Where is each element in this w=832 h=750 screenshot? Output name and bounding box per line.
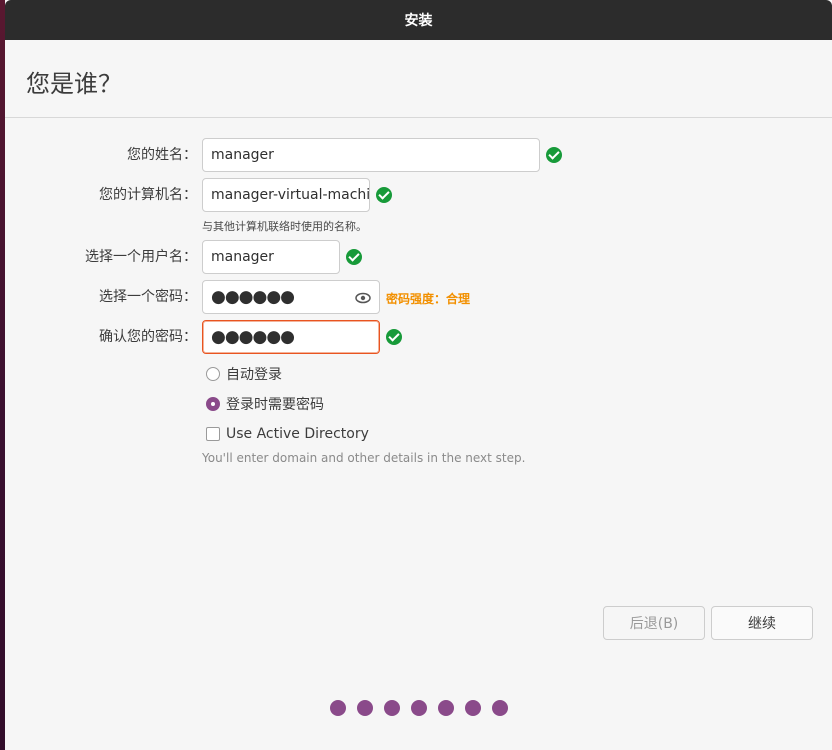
page-title: 您是谁？ xyxy=(26,70,122,98)
name-input[interactable]: manager xyxy=(202,138,540,172)
auto-login-radio[interactable] xyxy=(206,367,220,381)
username-label: 选择一个用户名： xyxy=(85,249,197,265)
installer-window: 安装 您是谁？ 您的姓名： manager 您的计算机名： manager-vi… xyxy=(5,0,832,750)
active-directory-hint: You'll enter domain and other details in… xyxy=(202,451,526,465)
name-label: 您的姓名： xyxy=(127,147,197,163)
name-row: 您的姓名： manager xyxy=(5,138,832,172)
computer-name-row: 您的计算机名： manager-virtual-machi xyxy=(5,178,832,212)
username-row: 选择一个用户名： manager xyxy=(5,240,832,274)
active-directory-option[interactable]: Use Active Directory xyxy=(206,424,369,444)
require-password-radio[interactable] xyxy=(206,397,220,411)
back-button[interactable]: 后退(B) xyxy=(603,606,705,640)
active-directory-checkbox[interactable] xyxy=(206,427,220,441)
progress-dot xyxy=(330,700,346,716)
window-title: 安装 xyxy=(404,13,433,29)
confirm-password-input[interactable]: ●●●●●● xyxy=(202,320,380,354)
username-input[interactable]: manager xyxy=(202,240,340,274)
continue-button[interactable]: 继续 xyxy=(711,606,813,640)
computer-name-valid-check-icon xyxy=(376,187,392,203)
active-directory-label: Use Active Directory xyxy=(226,426,369,442)
progress-dot xyxy=(465,700,481,716)
password-row: 选择一个密码： ●●●●●● 密码强度：合理 xyxy=(5,280,832,314)
step-progress xyxy=(330,700,508,716)
require-password-option[interactable]: 登录时需要密码 xyxy=(206,394,324,414)
computer-name-label: 您的计算机名： xyxy=(99,187,197,203)
confirm-password-row: 确认您的密码： ●●●●●● xyxy=(5,320,832,354)
auto-login-label: 自动登录 xyxy=(226,367,282,383)
confirm-password-label: 确认您的密码： xyxy=(99,329,197,345)
name-valid-check-icon xyxy=(546,147,562,163)
progress-dot xyxy=(357,700,373,716)
show-password-eye-icon[interactable] xyxy=(355,290,371,304)
window-titlebar: 安装 xyxy=(5,0,832,40)
computer-name-input[interactable]: manager-virtual-machi xyxy=(202,178,370,212)
auto-login-option[interactable]: 自动登录 xyxy=(206,364,282,384)
confirm-password-valid-check-icon xyxy=(386,329,402,345)
header-divider xyxy=(5,117,832,118)
password-input[interactable]: ●●●●●● xyxy=(202,280,380,314)
progress-dot xyxy=(438,700,454,716)
password-strength: 密码强度：合理 xyxy=(386,292,471,306)
require-password-label: 登录时需要密码 xyxy=(226,397,324,413)
progress-dot xyxy=(384,700,400,716)
username-valid-check-icon xyxy=(346,249,362,265)
password-label: 选择一个密码： xyxy=(99,289,197,305)
progress-dot xyxy=(411,700,427,716)
progress-dot xyxy=(492,700,508,716)
computer-name-hint: 与其他计算机联络时使用的名称。 xyxy=(202,220,367,233)
